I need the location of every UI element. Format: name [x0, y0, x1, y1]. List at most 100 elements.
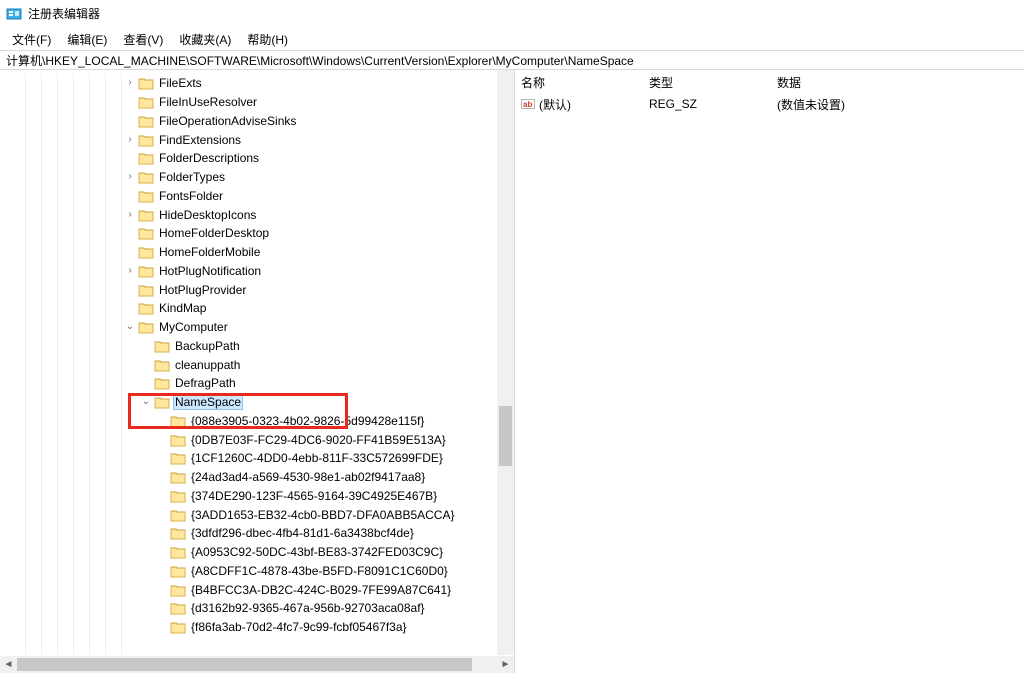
address-bar[interactable]: 计算机\HKEY_LOCAL_MACHINE\SOFTWARE\Microsof…	[0, 50, 1024, 70]
tree-item-label: {3ADD1653-EB32-4cb0-BBD7-DFA0ABB5ACCA}	[190, 508, 455, 522]
menu-favorites[interactable]: 收藏夹(A)	[171, 29, 239, 50]
tree-item[interactable]: › HotPlugNotification	[0, 262, 497, 281]
folder-icon	[138, 95, 154, 109]
tree-item-label: {f86fa3ab-70d2-4fc7-9c99-fcbf05467f3a}	[190, 620, 408, 634]
col-data[interactable]: 数据	[771, 71, 1024, 94]
menubar: 文件(F) 编辑(E) 查看(V) 收藏夹(A) 帮助(H)	[0, 28, 1024, 50]
chevron-right-icon[interactable]: ›	[124, 209, 136, 221]
tree-item-label: {24ad3ad4-a569-4530-98e1-ab02f9417aa8}	[190, 470, 426, 484]
chevron-right-icon[interactable]: ›	[124, 77, 136, 89]
tree-item-label: HotPlugNotification	[158, 264, 262, 278]
chevron-down-icon[interactable]: ⌄	[140, 396, 152, 408]
tree-item[interactable]: HotPlugProvider	[0, 280, 497, 299]
folder-icon	[138, 301, 154, 315]
tree-horizontal-scrollbar[interactable]: ◄ ►	[0, 656, 514, 673]
folder-icon	[170, 451, 186, 465]
chevron-right-icon[interactable]: ›	[124, 134, 136, 146]
list-pane: 名称 类型 数据 ab (默认) REG_SZ (数值未设置)	[515, 70, 1024, 673]
col-type[interactable]: 类型	[643, 71, 771, 94]
tree-vertical-scrollbar[interactable]	[497, 70, 514, 655]
cell-type: REG_SZ	[643, 97, 771, 111]
tree-item[interactable]: {3dfdf296-dbec-4fb4-81d1-6a3438bcf4de}	[0, 524, 497, 543]
tree-item[interactable]: {A8CDFF1C-4878-43be-B5FD-F8091C1C60D0}	[0, 562, 497, 581]
tree-item-label: FindExtensions	[158, 133, 242, 147]
tree-item[interactable]: FolderDescriptions	[0, 149, 497, 168]
tree-item-label: {B4BFCC3A-DB2C-424C-B029-7FE99A87C641}	[190, 583, 452, 597]
folder-icon	[138, 170, 154, 184]
folder-icon	[138, 264, 154, 278]
tree-item[interactable]: {374DE290-123F-4565-9164-39C4925E467B}	[0, 487, 497, 506]
tree-item-label: {088e3905-0323-4b02-9826-5d99428e115f}	[190, 414, 425, 428]
hscroll-thumb[interactable]	[17, 658, 472, 671]
chevron-down-icon[interactable]: ⌄	[124, 321, 136, 333]
folder-icon	[138, 245, 154, 259]
tree-item-label: FontsFolder	[158, 189, 224, 203]
tree-pane: ›FileExts FileInUseResolver FileOperationA…	[0, 70, 515, 673]
tree-item[interactable]: cleanuppath	[0, 355, 497, 374]
tree-item-label: NameSpace	[174, 395, 242, 409]
tree-item[interactable]: ⌄MyComputer	[0, 318, 497, 337]
tree-item-label: HideDesktopIcons	[158, 208, 257, 222]
svg-text:ab: ab	[523, 100, 532, 109]
col-name[interactable]: 名称	[515, 71, 643, 94]
menu-help[interactable]: 帮助(H)	[239, 29, 296, 50]
tree-item[interactable]: {f86fa3ab-70d2-4fc7-9c99-fcbf05467f3a}	[0, 618, 497, 637]
folder-icon	[170, 601, 186, 615]
folder-icon	[170, 508, 186, 522]
tree-item[interactable]: DefragPath	[0, 374, 497, 393]
tree-item[interactable]: FileInUseResolver	[0, 93, 497, 112]
tree-item-label: cleanuppath	[174, 358, 241, 372]
tree-item[interactable]: {d3162b92-9365-467a-956b-92703aca08af}	[0, 599, 497, 618]
tree-item-label: {374DE290-123F-4565-9164-39C4925E467B}	[190, 489, 438, 503]
tree-item[interactable]: BackupPath	[0, 337, 497, 356]
tree-item[interactable]: {24ad3ad4-a569-4530-98e1-ab02f9417aa8}	[0, 468, 497, 487]
tree-item[interactable]: KindMap	[0, 299, 497, 318]
tree-item[interactable]: ›FileExts	[0, 74, 497, 93]
folder-icon	[170, 489, 186, 503]
folder-icon	[170, 583, 186, 597]
tree-item-label: HomeFolderMobile	[158, 245, 261, 259]
tree-item[interactable]: ⌄ NameSpace	[0, 393, 497, 412]
tree-item-label: FileInUseResolver	[158, 95, 258, 109]
regedit-icon	[6, 6, 22, 22]
folder-icon	[154, 395, 170, 409]
tree-item[interactable]: HomeFolderMobile	[0, 243, 497, 262]
hscroll-right-icon[interactable]: ►	[497, 656, 514, 673]
menu-view[interactable]: 查看(V)	[115, 29, 171, 50]
folder-icon	[138, 189, 154, 203]
folder-icon	[170, 620, 186, 634]
tree-scroll[interactable]: ›FileExts FileInUseResolver FileOperationA…	[0, 74, 514, 655]
tree-item[interactable]: {0DB7E03F-FC29-4DC6-9020-FF41B59E513A}	[0, 430, 497, 449]
tree-item[interactable]: › FindExtensions	[0, 130, 497, 149]
folder-icon	[138, 208, 154, 222]
tree-item[interactable]: {3ADD1653-EB32-4cb0-BBD7-DFA0ABB5ACCA}	[0, 505, 497, 524]
tree-item-label: HomeFolderDesktop	[158, 226, 270, 240]
hscroll-left-icon[interactable]: ◄	[0, 656, 17, 673]
tree-item-label: BackupPath	[174, 339, 241, 353]
tree-item-label: {0DB7E03F-FC29-4DC6-9020-FF41B59E513A}	[190, 433, 447, 447]
tree-item[interactable]: FileOperationAdviseSinks	[0, 112, 497, 131]
vscroll-thumb[interactable]	[499, 406, 512, 466]
list-header: 名称 类型 数据	[515, 70, 1024, 94]
tree-item[interactable]: › HideDesktopIcons	[0, 205, 497, 224]
hscroll-track[interactable]	[17, 656, 497, 673]
folder-icon	[138, 114, 154, 128]
menu-edit[interactable]: 编辑(E)	[59, 29, 115, 50]
folder-icon	[138, 133, 154, 147]
chevron-right-icon[interactable]: ›	[124, 171, 136, 183]
tree-item[interactable]: ›FolderTypes	[0, 168, 497, 187]
tree-item[interactable]: {B4BFCC3A-DB2C-424C-B029-7FE99A87C641}	[0, 580, 497, 599]
tree-item[interactable]: {A0953C92-50DC-43bf-BE83-3742FED03C9C}	[0, 543, 497, 562]
folder-icon	[138, 320, 154, 334]
content-area: ›FileExts FileInUseResolver FileOperationA…	[0, 70, 1024, 673]
chevron-right-icon[interactable]: ›	[124, 265, 136, 277]
folder-icon	[138, 283, 154, 297]
tree-item[interactable]: FontsFolder	[0, 187, 497, 206]
folder-icon	[138, 76, 154, 90]
tree-item[interactable]: {088e3905-0323-4b02-9826-5d99428e115f}	[0, 412, 497, 431]
titlebar: 注册表编辑器	[0, 0, 1024, 28]
list-row[interactable]: ab (默认) REG_SZ (数值未设置)	[515, 94, 1024, 114]
tree-item[interactable]: {1CF1260C-4DD0-4ebb-811F-33C572699FDE}	[0, 449, 497, 468]
tree-item[interactable]: HomeFolderDesktop	[0, 224, 497, 243]
menu-file[interactable]: 文件(F)	[4, 29, 59, 50]
